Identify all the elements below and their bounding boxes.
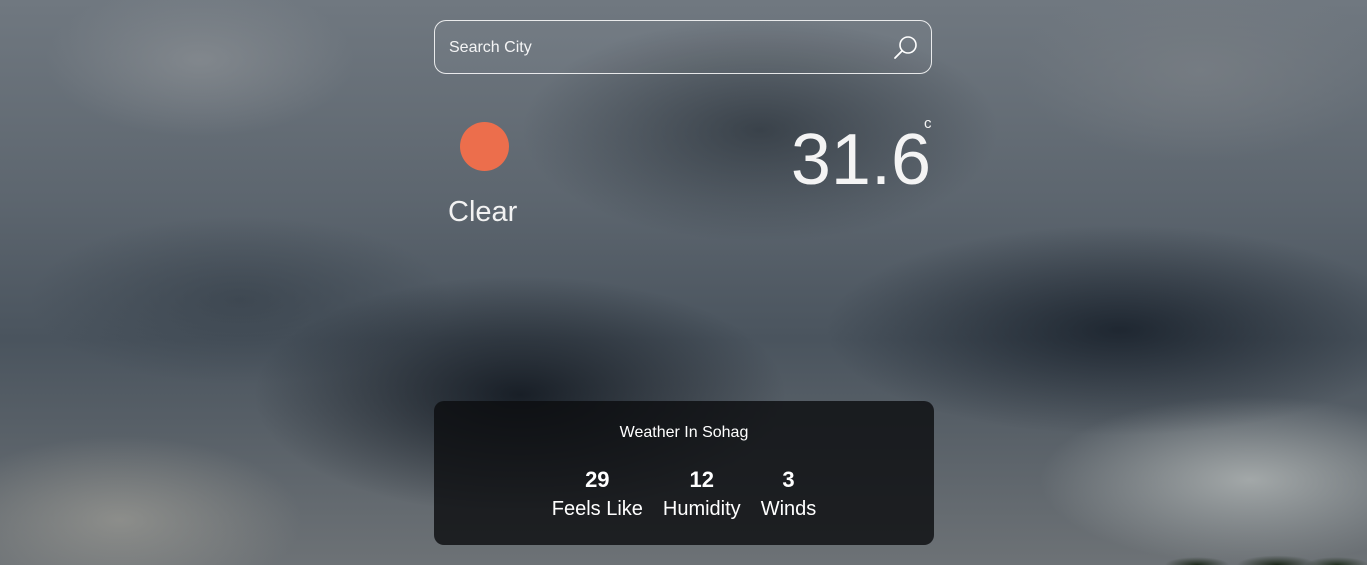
search-input[interactable] [447, 21, 881, 75]
sun-icon [460, 122, 509, 171]
weather-stats: 29 Feels Like 12 Humidity 3 Winds [434, 467, 934, 523]
winds-value: 3 [782, 467, 795, 492]
temperature-value: 31.6 [790, 120, 931, 200]
location-title: Weather In Sohag [619, 424, 749, 441]
weather-details-card: Weather In Sohag 29 Feels Like 12 Humidi… [434, 401, 934, 545]
background-treeline [1107, 551, 1367, 565]
stat-winds: 3 Winds [761, 467, 817, 523]
stat-feels-like: 29 Feels Like [552, 467, 643, 523]
humidity-value: 12 [689, 467, 715, 492]
feels-like-label: Feels Like [551, 498, 643, 520]
search-icon[interactable] [891, 33, 921, 63]
weather-condition: Clear [448, 196, 518, 228]
search-bar [434, 20, 932, 75]
humidity-label: Humidity [662, 498, 741, 520]
stat-humidity: 12 Humidity [663, 467, 741, 523]
winds-label: Winds [760, 498, 817, 520]
temperature-unit: c [924, 115, 932, 132]
feels-like-value: 29 [585, 467, 610, 492]
